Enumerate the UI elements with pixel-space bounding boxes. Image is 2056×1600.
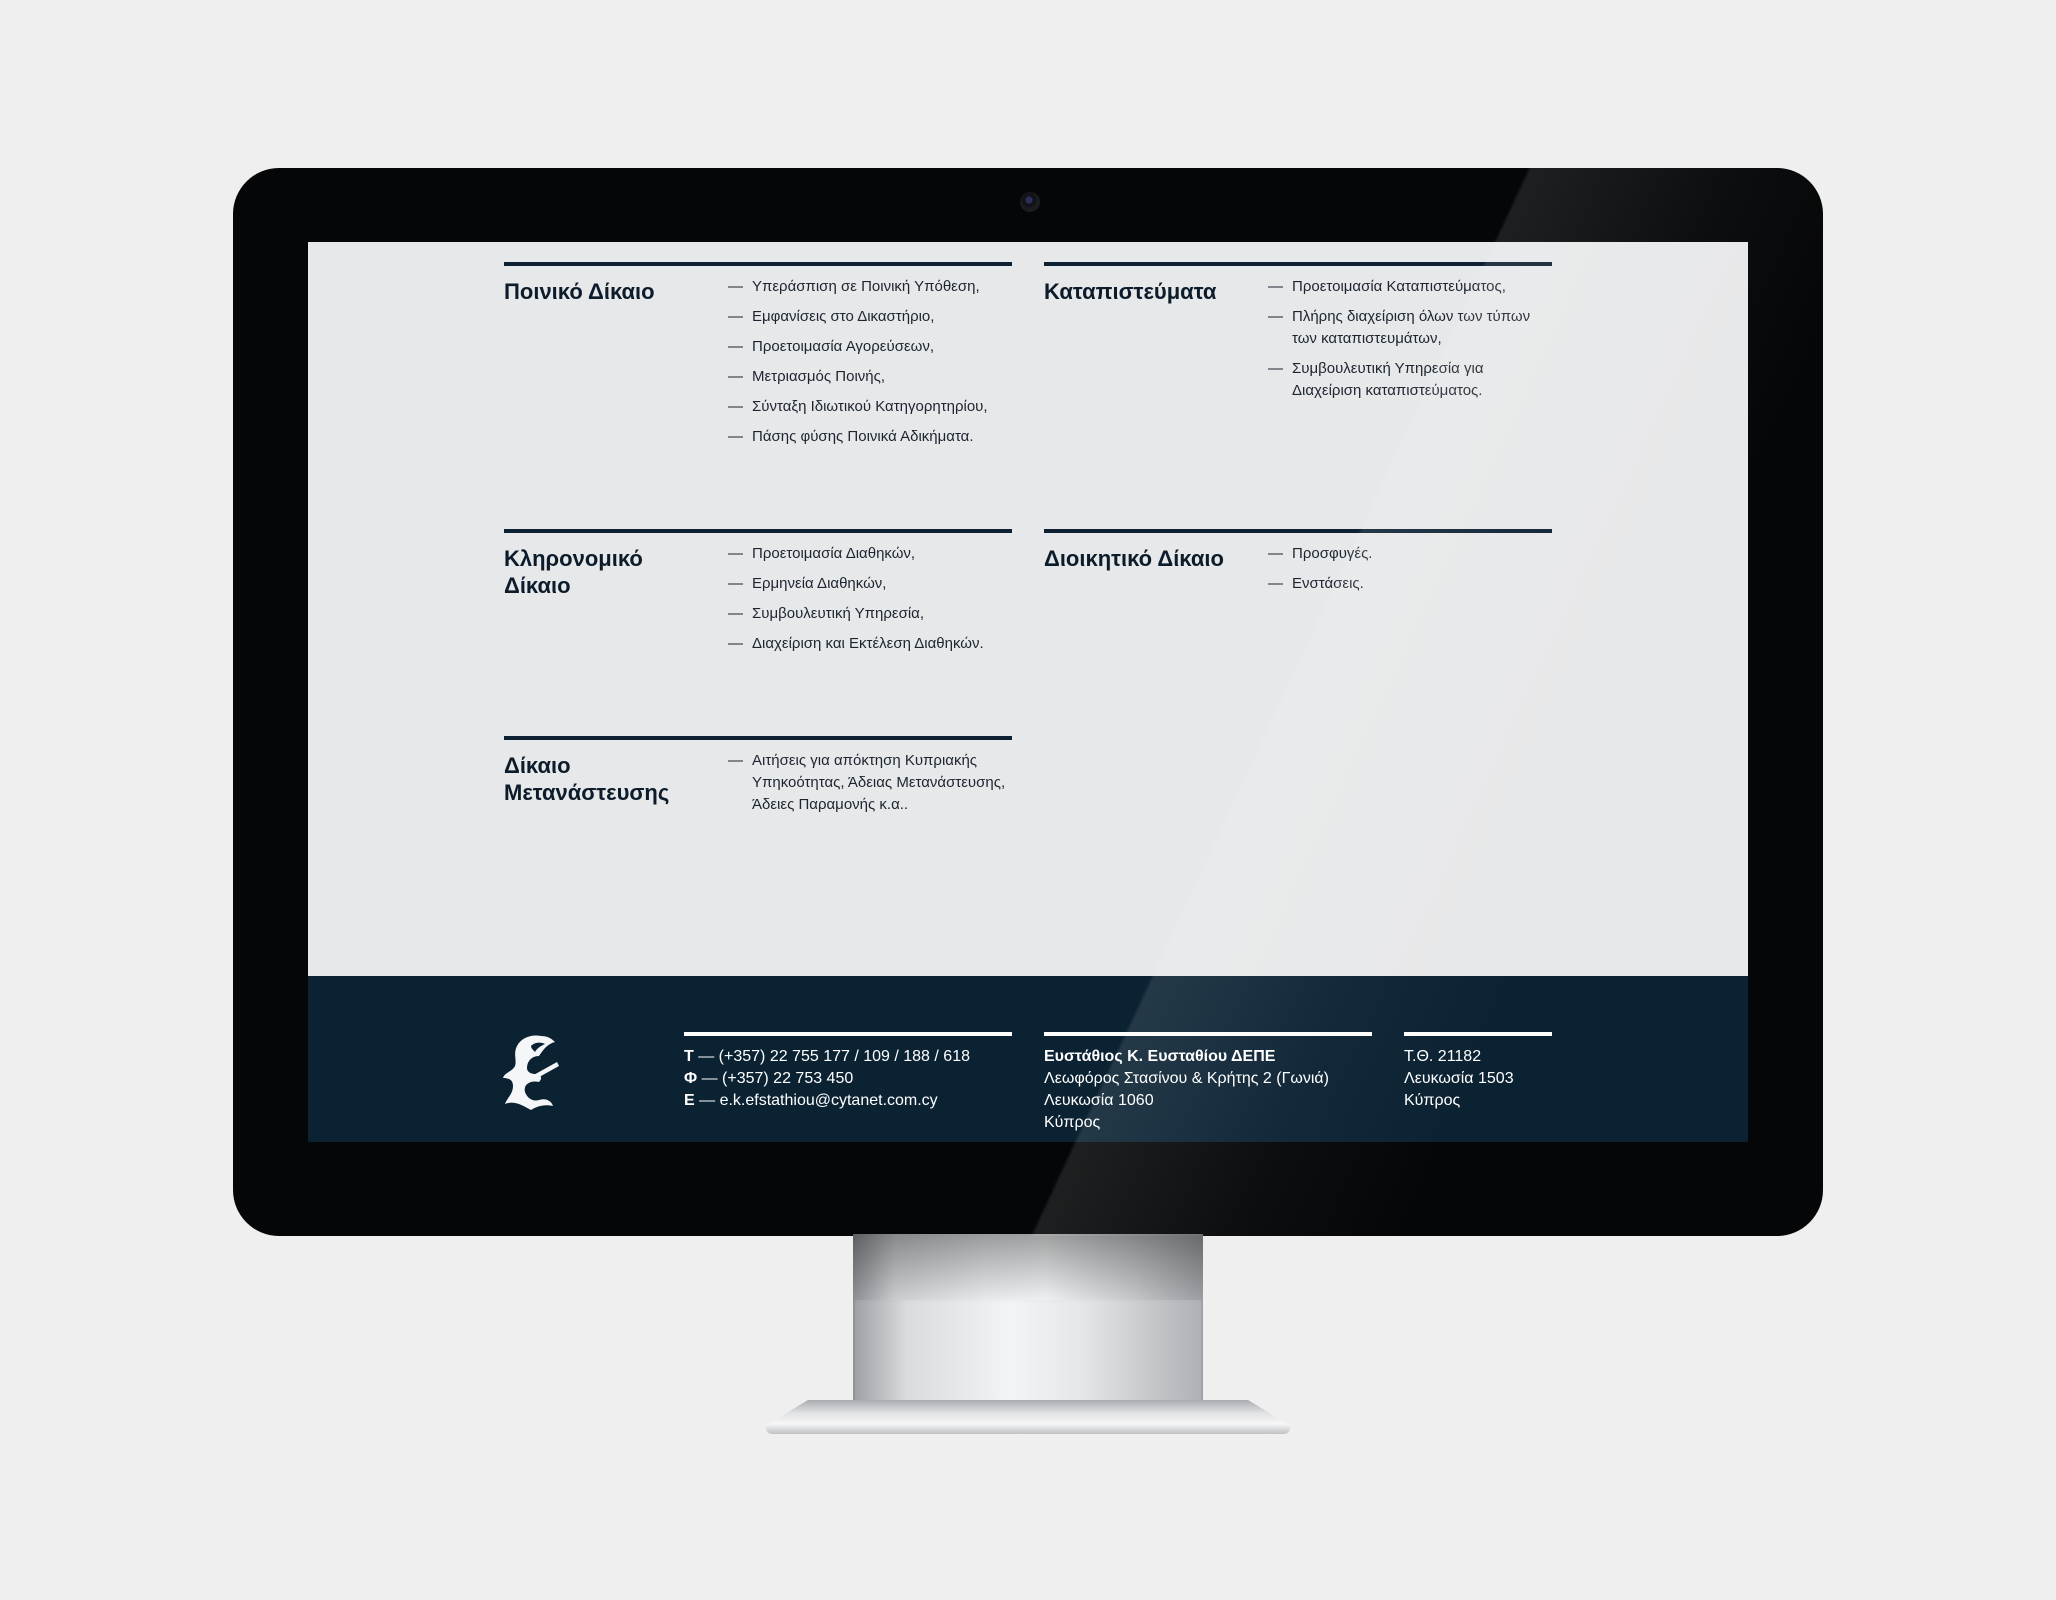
dash-bullet: — (728, 368, 743, 385)
camera-icon (1020, 192, 1040, 212)
dash-bullet: — (728, 635, 743, 652)
list-item-text: Μετριασμός Ποινής, (752, 368, 886, 385)
list-item: — Εμφανίσεις στο Δικαστήριο, (728, 306, 1012, 328)
practice-list: — Αιτήσεις για απόκτηση Κυπριακής Υπηκοότ… (728, 750, 1012, 824)
blackletter-e-logo (503, 1035, 559, 1110)
fax-line: Φ — (+357) 22 753 450 (684, 1068, 1012, 1090)
practice-title: Δίκαιο Μετανάστευσης (504, 753, 670, 805)
practice-title: Καταπιστεύματα (1044, 279, 1217, 304)
practice-area-inheritance-law: Κληρονομικό Δίκαιο — Προετοιμασία Διαθηκώ… (504, 529, 1012, 652)
site-footer: Τ — (+357) 22 755 177 / 109 / 188 / 618 … (308, 976, 1748, 1142)
phone-line: Τ — (+357) 22 755 177 / 109 / 188 / 618 (684, 1046, 1012, 1068)
fax-number: (+357) 22 753 450 (722, 1070, 854, 1087)
dash-bullet: — (728, 545, 743, 562)
dash-bullet: — (1268, 545, 1283, 562)
list-item-text: Συμβουλευτική Υπηρεσία, (752, 605, 925, 622)
email-line: Ε — e.k.efstathiou@cytanet.com.cy (684, 1090, 1012, 1112)
list-item-text: Ερμηνεία Διαθηκών, (752, 575, 887, 592)
separator: — (694, 1092, 720, 1109)
dash-bullet: — (728, 338, 743, 355)
dash-bullet: — (728, 605, 743, 622)
dash-bullet: — (728, 278, 743, 295)
practice-area-criminal-law: Ποινικό Δίκαιο — Υπεράσπιση σε Ποινική Υπ… (504, 262, 1012, 445)
po-box-line: Λευκωσία 1503 (1404, 1070, 1514, 1087)
dash-bullet: — (728, 308, 743, 325)
practice-area-administrative-law: Διοικητικό Δίκαιο — Προσφυγές. — Ενστάσεις… (1044, 529, 1552, 592)
practice-area-immigration-law: Δίκαιο Μετανάστευσης — Αιτήσεις για απόκτ… (504, 736, 1012, 813)
email-link[interactable]: e.k.efstathiou@cytanet.com.cy (720, 1092, 938, 1109)
list-item: — Διαχείριση και Εκτέλεση Διαθηκών. (728, 633, 1012, 655)
list-item: — Σύνταξη Ιδιωτικού Κατηγορητηρίου, (728, 396, 1012, 418)
list-item: — Ερμηνεία Διαθηκών, (728, 573, 1012, 595)
list-item-text: Ενστάσεις. (1292, 575, 1364, 592)
dash-bullet: — (1268, 308, 1283, 325)
practice-list: — Προετοιμασία Καταπιστεύματος, — Πλήρης δ… (1268, 276, 1552, 410)
email-key: Ε (684, 1092, 695, 1109)
list-item: — Προετοιμασία Καταπιστεύματος, (1268, 276, 1552, 298)
list-item: — Πλήρης διαχείριση όλων των τύπων των κα… (1268, 306, 1552, 350)
list-item-text: Πάσης φύσης Ποινικά Αδικήματα. (752, 428, 974, 445)
practice-title: Διοικητικό Δίκαιο (1044, 546, 1224, 571)
practice-title: Ποινικό Δίκαιο (504, 279, 655, 304)
list-item: — Προσφυγές. (1268, 543, 1552, 565)
list-item-text: Προσφυγές. (1292, 545, 1373, 562)
po-box-line: Τ.Θ. 21182 (1404, 1048, 1482, 1065)
monitor-stand-curve (855, 1300, 1201, 1410)
practice-list: — Προσφυγές. — Ενστάσεις. (1268, 543, 1552, 603)
footer-contact: Τ — (+357) 22 755 177 / 109 / 188 / 618 … (684, 1032, 1012, 1112)
list-item: — Συμβουλευτική Υπηρεσία, (728, 603, 1012, 625)
list-item-text: Προετοιμασία Αγορεύσεων, (752, 338, 935, 355)
list-item-text: Προετοιμασία Διαθηκών, (752, 545, 916, 562)
dash-bullet: — (1268, 575, 1283, 592)
list-item-text: Προετοιμασία Καταπιστεύματος, (1292, 278, 1506, 295)
list-item-text: Εμφανίσεις στο Δικαστήριο, (752, 308, 935, 325)
list-item: — Υπεράσπιση σε Ποινική Υπόθεση, (728, 276, 1012, 298)
list-item: — Συμβουλευτική Υπηρεσία για Διαχείριση κ… (1268, 358, 1552, 402)
list-item-text: Συμβουλευτική Υπηρεσία για Διαχείριση κα… (1292, 360, 1484, 399)
phone-number[interactable]: (+357) 22 755 177 / 109 / 188 / 618 (719, 1048, 970, 1065)
practice-list: — Προετοιμασία Διαθηκών, — Ερμηνεία Διαθηκ… (728, 543, 1012, 663)
footer-po-box: Τ.Θ. 21182 Λευκωσία 1503 Κύπρος (1404, 1032, 1552, 1112)
list-item: — Αιτήσεις για απόκτηση Κυπριακής Υπηκοότ… (728, 750, 1012, 816)
company-name: Ευστάθιος Κ. Ευσταθίου ΔΕΠΕ (1044, 1048, 1276, 1065)
separator: — (693, 1048, 719, 1065)
address-line: Κύπρος (1044, 1114, 1101, 1131)
separator: — (697, 1070, 723, 1087)
dash-bullet: — (728, 575, 743, 592)
po-box-line: Κύπρος (1404, 1092, 1461, 1109)
list-item: — Πάσης φύσης Ποινικά Αδικήματα. (728, 426, 1012, 448)
address-line: Λεωφόρος Στασίνου & Κρήτης 2 (Γωνιά) (1044, 1070, 1330, 1087)
list-item-text: Πλήρης διαχείριση όλων των τύπων των κατ… (1292, 308, 1531, 347)
dash-bullet: — (728, 428, 743, 445)
list-item: — Ενστάσεις. (1268, 573, 1552, 595)
list-item-text: Αιτήσεις για απόκτηση Κυπριακής Υπηκοότη… (752, 752, 1006, 813)
dash-bullet: — (1268, 360, 1283, 377)
fax-key: Φ (684, 1070, 698, 1087)
practice-list: — Υπεράσπιση σε Ποινική Υπόθεση, — Εμφανίσ… (728, 276, 1012, 456)
list-item-text: Υπεράσπιση σε Ποινική Υπόθεση, (752, 278, 980, 295)
stand-shadow (853, 1234, 1203, 1304)
dash-bullet: — (728, 752, 743, 769)
list-item-text: Σύνταξη Ιδιωτικού Κατηγορητηρίου, (752, 398, 988, 415)
practice-title: Κληρονομικό Δίκαιο (504, 546, 643, 598)
dash-bullet: — (728, 398, 743, 415)
address-line: Λευκωσία 1060 (1044, 1092, 1154, 1109)
dash-bullet: — (1268, 278, 1283, 295)
monitor-stand-foot (766, 1400, 1290, 1434)
list-item: — Προετοιμασία Διαθηκών, (728, 543, 1012, 565)
phone-key: Τ (684, 1048, 694, 1065)
list-item-text: Διαχείριση και Εκτέλεση Διαθηκών. (752, 635, 984, 652)
list-item: — Προετοιμασία Αγορεύσεων, (728, 336, 1012, 358)
list-item: — Μετριασμός Ποινής, (728, 366, 1012, 388)
website-screen: Ποινικό Δίκαιο — Υπεράσπιση σε Ποινική Υπ… (308, 242, 1748, 1142)
footer-address: Ευστάθιος Κ. Ευσταθίου ΔΕΠΕ Λεωφόρος Στα… (1044, 1032, 1372, 1134)
practice-area-trusts: Καταπιστεύματα — Προετοιμασία Καταπιστεύμ… (1044, 262, 1552, 399)
